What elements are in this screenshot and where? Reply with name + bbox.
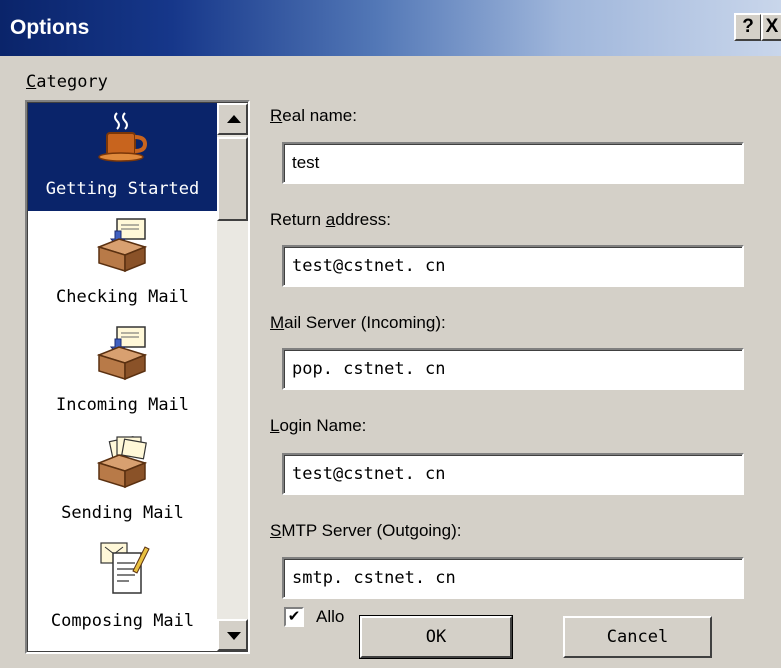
category-item-label: Incoming Mail [55, 395, 190, 415]
allow-checkbox-label: Allo [316, 607, 345, 626]
return-address-field[interactable] [282, 245, 744, 287]
category-item-incoming-mail[interactable]: Incoming Mail [28, 319, 217, 427]
ok-button[interactable]: OK [359, 615, 513, 659]
outbox-icon [96, 435, 148, 489]
smtp-server-field[interactable] [282, 557, 744, 599]
real-name-label-rest: eal name: [282, 106, 357, 125]
real-name-field[interactable] [282, 142, 744, 184]
category-scrollbar[interactable] [217, 103, 248, 651]
scrollbar-thumb[interactable] [217, 137, 248, 221]
scroll-up-button[interactable] [217, 103, 248, 135]
category-item-sending-mail[interactable]: Sending Mail [28, 427, 217, 535]
title-bar[interactable]: Options ? X [0, 0, 781, 56]
close-button[interactable]: X [761, 13, 781, 41]
category-item-checking-mail[interactable]: Checking Mail [28, 211, 217, 319]
return-address-label-pre: Return [270, 210, 326, 229]
arrow-up-icon [227, 115, 241, 123]
category-item-getting-started[interactable]: Getting Started [28, 103, 217, 211]
coffee-cup-icon [98, 112, 148, 162]
real-name-label: Real name: [270, 106, 357, 126]
category-label: Category [26, 72, 108, 92]
category-item-label: Composing Mail [50, 611, 195, 631]
smtp-server-label-accelerator: S [270, 521, 282, 540]
mail-server-field[interactable] [282, 348, 744, 390]
allow-checkbox[interactable]: ✔ [284, 607, 304, 627]
smtp-server-label-rest: MTP Server (Outgoing): [281, 521, 462, 540]
real-name-label-accelerator: R [270, 106, 283, 125]
category-item-composing-mail[interactable]: Composing Mail [28, 535, 217, 643]
category-list[interactable]: Getting Started Checking Mail Incoming M… [28, 103, 217, 651]
return-address-label-accelerator: a [325, 210, 336, 229]
category-item-label: Sending Mail [61, 503, 184, 523]
login-name-label: Login Name: [270, 416, 366, 436]
scroll-down-button[interactable] [217, 619, 248, 651]
category-label-rest: ategory [36, 72, 108, 92]
category-item-label: Getting Started [45, 179, 200, 199]
return-address-label: Return address: [270, 210, 391, 230]
help-button[interactable]: ? [734, 13, 762, 41]
category-item-label: Checking Mail [55, 287, 190, 307]
arrow-down-icon [227, 632, 241, 640]
mail-server-label: Mail Server (Incoming): [270, 313, 446, 333]
cancel-button[interactable]: Cancel [563, 616, 712, 658]
login-name-field[interactable] [282, 453, 744, 495]
login-name-label-rest: ogin Name: [279, 416, 367, 435]
mail-server-label-accelerator: M [270, 313, 285, 332]
return-address-label-rest: ddress: [335, 210, 391, 229]
mail-server-label-rest: ail Server (Incoming): [284, 313, 446, 332]
category-label-accelerator: C [26, 72, 37, 92]
options-dialog: Options ? X Category Getting Started Che… [0, 0, 781, 668]
compose-document-icon [100, 542, 150, 594]
mailbox-icon [96, 218, 148, 273]
smtp-server-label: SMTP Server (Outgoing): [270, 521, 461, 541]
mailbox-icon [96, 326, 148, 381]
window-title: Options [10, 16, 90, 39]
